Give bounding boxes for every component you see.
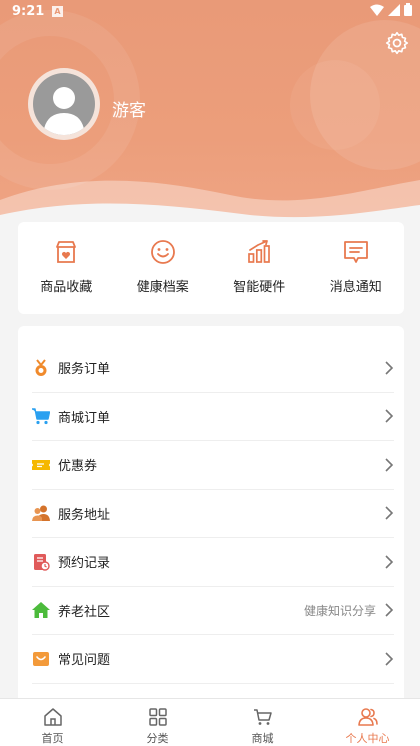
- menu-item-label: 服务地址: [58, 507, 111, 523]
- header-wave: [0, 180, 420, 230]
- menu-item-senior-community[interactable]: 养老社区 健康知识分享: [32, 587, 394, 635]
- chevron-right-icon: [385, 506, 394, 520]
- home-icon: [32, 602, 50, 619]
- menu-item-label: 商城订单: [58, 410, 111, 426]
- bottom-tab-bar: 首页 分类 商城 个人中心: [0, 698, 420, 746]
- tab-label: 分类: [146, 732, 169, 745]
- record-icon: [34, 553, 50, 571]
- avatar[interactable]: [28, 68, 100, 140]
- menu-item-faq[interactable]: 常见问题: [32, 635, 394, 684]
- tab-label: 首页: [41, 732, 64, 745]
- users-icon: [32, 505, 50, 522]
- user-outline-icon: [357, 708, 378, 726]
- tab-mall[interactable]: 商城: [210, 699, 315, 746]
- menu-item-label: 养老社区: [58, 604, 111, 620]
- tab-home[interactable]: 首页: [0, 699, 105, 746]
- menu-item-service-orders[interactable]: 服务订单: [32, 344, 394, 393]
- notification-icon: A: [52, 6, 63, 17]
- chevron-right-icon: [385, 555, 394, 569]
- menu-item-label: 服务订单: [58, 362, 111, 378]
- grid-icon: [148, 708, 167, 726]
- tab-label: 商城: [251, 732, 274, 745]
- tab-label: 个人中心: [345, 732, 390, 745]
- quick-action-notifications[interactable]: 消息通知: [308, 222, 405, 314]
- quick-action-label: 智能硬件: [233, 280, 286, 295]
- menu-item-extra-text: 健康知识分享: [303, 603, 376, 618]
- shop-heart-icon: [56, 241, 77, 263]
- chevron-right-icon: [385, 458, 394, 472]
- coupon-icon: [32, 459, 50, 470]
- quick-action-label: 商品收藏: [40, 280, 93, 295]
- menu-item-label: 常见问题: [58, 653, 111, 669]
- menu-item-coupons[interactable]: 优惠券: [32, 441, 394, 490]
- cart-outline-icon: [253, 709, 272, 725]
- quick-actions-card: 商品收藏 健康档案 智能硬件 消息通知: [18, 222, 404, 314]
- smile-icon: [150, 240, 175, 264]
- menu-item-mall-orders[interactable]: 商城订单: [32, 393, 394, 441]
- menu-item-label: 预约记录: [58, 556, 111, 572]
- message-icon: [343, 241, 368, 263]
- tab-category[interactable]: 分类: [105, 699, 210, 746]
- quick-action-label: 健康档案: [136, 280, 189, 295]
- bar-chart-icon: [248, 240, 271, 263]
- chevron-right-icon: [385, 361, 394, 375]
- home-outline-icon: [43, 708, 62, 726]
- signal-icon: [388, 3, 400, 16]
- status-time: 9:21: [12, 4, 45, 19]
- quick-action-smart-hardware[interactable]: 智能硬件: [211, 222, 308, 314]
- menu-item-appointment-records[interactable]: 预约记录: [32, 538, 394, 587]
- header-decoration: [290, 60, 380, 150]
- faq-icon: [33, 651, 49, 666]
- status-bar: 9:21 A: [0, 0, 420, 24]
- chevron-right-icon: [385, 603, 394, 617]
- chevron-right-icon: [385, 652, 394, 666]
- battery-icon: [404, 3, 412, 16]
- avatar-person-icon: [33, 73, 95, 135]
- medal-icon: [35, 359, 47, 376]
- settings-gear-icon[interactable]: [384, 30, 410, 56]
- chevron-right-icon: [385, 409, 394, 423]
- username[interactable]: 游客: [112, 96, 146, 121]
- menu-card: 服务订单 商城订单 优惠券 服务地址 预约记录 养老社区 健康知识分享 常见问题: [18, 326, 404, 706]
- quick-action-health-records[interactable]: 健康档案: [115, 222, 212, 314]
- tab-profile[interactable]: 个人中心: [315, 699, 420, 746]
- menu-item-service-address[interactable]: 服务地址: [32, 490, 394, 538]
- cart-icon: [32, 408, 50, 425]
- quick-action-favorites[interactable]: 商品收藏: [18, 222, 115, 314]
- wifi-icon: [370, 4, 384, 16]
- menu-item-label: 优惠券: [58, 459, 98, 475]
- quick-action-label: 消息通知: [329, 280, 382, 295]
